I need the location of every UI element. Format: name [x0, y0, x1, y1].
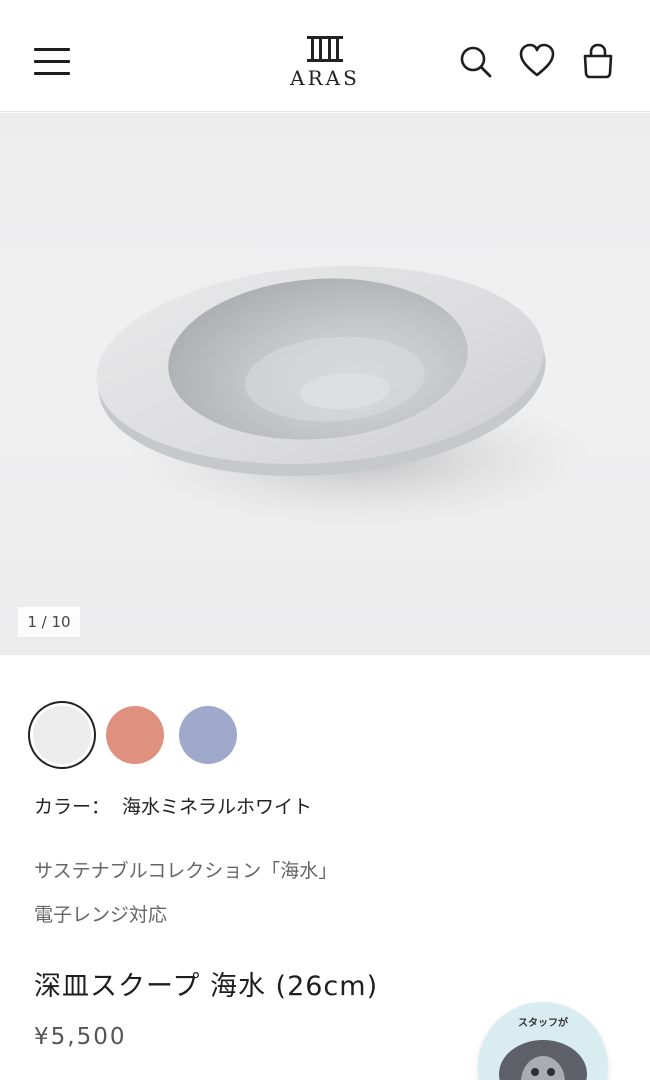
color-swatch-coral[interactable]: [106, 706, 164, 764]
brand-logo[interactable]: ARAS: [275, 36, 375, 96]
color-swatch-white[interactable]: [33, 706, 91, 764]
product-image-gallery[interactable]: 1 / 10: [0, 113, 650, 655]
hamburger-menu-icon[interactable]: [32, 44, 72, 80]
logo-text: ARAS: [290, 66, 360, 90]
product-feature: 電子レンジ対応: [34, 904, 168, 926]
color-swatch-blue[interactable]: [179, 706, 237, 764]
product-photo-bowl: [96, 265, 590, 528]
color-name: 海水ミネラルホワイト: [122, 796, 313, 818]
heart-icon[interactable]: [519, 42, 555, 80]
search-icon[interactable]: [458, 42, 494, 80]
image-counter: 1 / 10: [18, 607, 80, 637]
collection-name: サステナブルコレクション「海水」: [34, 860, 338, 882]
staff-chat-button[interactable]: スタッフが: [478, 1002, 608, 1080]
selected-color-line: カラー： 海水ミネラルホワイト: [34, 792, 312, 819]
logo-mark-icon: [307, 36, 343, 62]
color-label: カラー：: [34, 796, 111, 818]
site-header: ARAS: [0, 0, 650, 112]
shopping-bag-icon[interactable]: [580, 42, 616, 80]
product-title: 深皿スクープ 海水 (26cm): [34, 971, 379, 1002]
staff-avatar-icon: [499, 1040, 587, 1080]
product-price: ¥5,500: [34, 1024, 127, 1050]
